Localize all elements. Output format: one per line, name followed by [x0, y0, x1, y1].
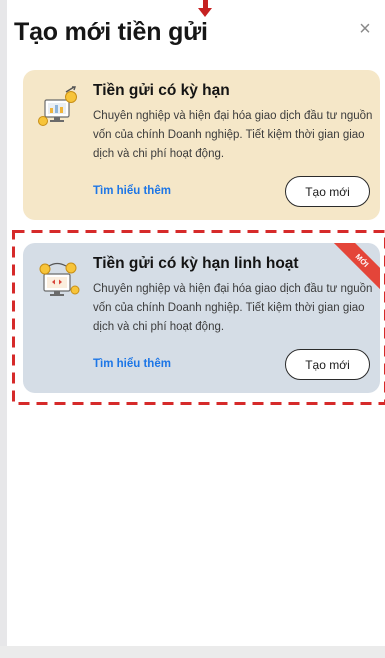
create-new-button[interactable]: Tạo mới [285, 176, 370, 207]
card-description: Chuyên nghiệp và hiện đại hóa giao dịch … [93, 283, 373, 333]
card-description: Chuyên nghiệp và hiện đại hóa giao dịch … [93, 110, 373, 160]
create-new-button[interactable]: Tạo mới [285, 349, 370, 380]
term-deposit-icon [38, 86, 77, 126]
left-edge [0, 0, 7, 658]
card-title: Tiền gửi có kỳ hạn [93, 82, 230, 99]
learn-more-link[interactable]: Tìm hiểu thêm [93, 358, 171, 370]
dialog-title: Tạo mới tiền gửi [14, 18, 208, 46]
flexible-deposit-icon [39, 262, 80, 296]
annotation-arrow-head [198, 8, 212, 17]
close-icon[interactable]: × [355, 18, 375, 40]
learn-more-link[interactable]: Tìm hiểu thêm [93, 185, 171, 197]
bottom-strip [0, 646, 385, 658]
card-title: Tiền gửi có kỳ hạn linh hoạt [93, 255, 299, 272]
flexible-term-deposit-card: Tiền gửi có kỳ hạn linh hoạt Chuyên nghi… [23, 243, 380, 393]
create-deposit-dialog: Tạo mới tiền gửi × Tiền gửi có kỳ hạn Ch… [0, 0, 385, 658]
term-deposit-card: Tiền gửi có kỳ hạn Chuyên nghiệp và hiện… [23, 70, 380, 220]
